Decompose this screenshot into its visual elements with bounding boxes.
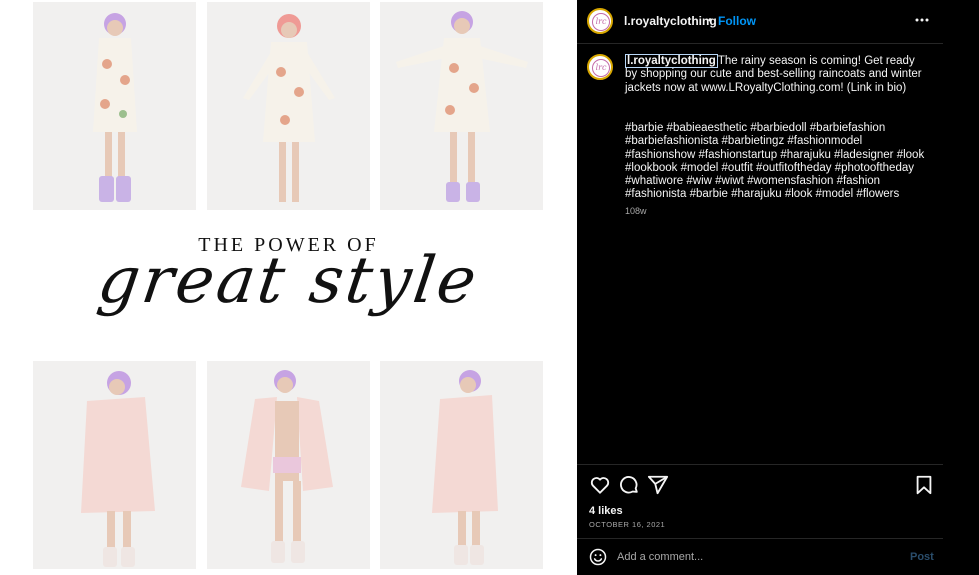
post-side-panel: lrc l.royaltyclothing • Follow lrc l.roy… [577,0,943,575]
post-image[interactable]: THE POWER OF great style [0,0,577,575]
photo-floral-raincoat-2 [207,2,370,210]
bookmark-icon[interactable] [913,474,935,496]
photo-pink-coat-3 [380,361,543,569]
post-date[interactable]: OCTOBER 16, 2021 [589,520,665,529]
heart-icon[interactable] [589,474,611,496]
likes-count[interactable]: 4 likes [589,505,623,517]
emoji-icon[interactable] [589,548,607,566]
avatar-monogram: lrc [592,13,610,31]
comment-input[interactable] [617,549,857,565]
page-edge-background [943,0,979,575]
caption-time-ago[interactable]: 108w [625,206,647,216]
comment-icon[interactable] [618,474,640,496]
header-divider [577,43,943,44]
photo-pink-coat-2 [207,361,370,569]
follow-button[interactable]: Follow [718,14,756,28]
comment-row: Post [577,539,943,575]
caption-hashtags: #barbie #babieaesthetic #barbiedoll #bar… [625,122,925,201]
actions-divider [577,464,943,465]
photo-pink-coat-1 [33,361,196,569]
photo-floral-raincoat-3 [380,2,543,210]
caption-avatar[interactable]: lrc [587,54,613,80]
caption-text-block: l.royaltyclothing The rainy season is com… [625,54,925,95]
avatar-monogram: lrc [592,59,610,77]
account-avatar[interactable]: lrc [587,8,613,34]
headline-script: great style [93,244,484,318]
more-horizontal-icon[interactable] [914,13,930,27]
photo-floral-raincoat-1 [33,2,196,210]
share-icon[interactable] [647,474,669,496]
post-comment-button[interactable]: Post [910,551,934,563]
action-bar [589,474,932,496]
header-username[interactable]: l.royaltyclothing [624,14,717,28]
caption-username[interactable]: l.royaltyclothing [625,54,718,68]
header-separator: • [708,13,713,27]
